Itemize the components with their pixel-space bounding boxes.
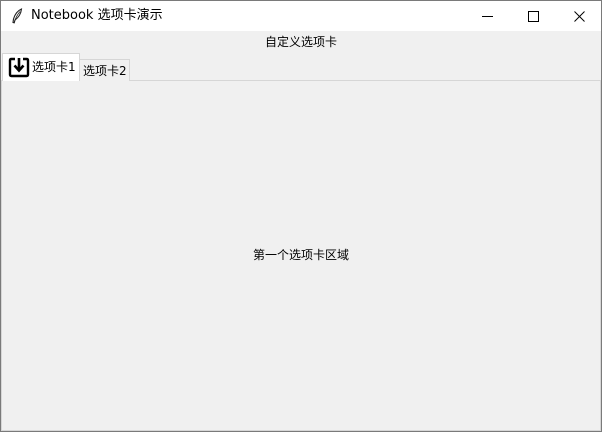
maximize-button[interactable] [510,1,556,31]
close-button[interactable] [556,1,601,31]
tab-label: 选项卡2 [83,64,127,78]
maximize-icon [527,10,539,22]
tab-label: 选项卡1 [32,60,76,74]
app-window: Notebook 选项卡演示 自定义选项卡 选项卡1 选项卡2 第一个选项卡区域 [0,0,602,432]
tab-1[interactable]: 选项卡1 [2,53,80,81]
tab-2[interactable]: 选项卡2 [79,59,130,81]
title-bar[interactable]: Notebook 选项卡演示 [1,1,601,31]
download-icon [8,57,30,78]
feather-icon [12,8,23,24]
close-icon [573,10,585,22]
panel-text: 第一个选项卡区域 [252,248,349,262]
header-label: 自定义选项卡 [264,35,337,49]
tab-panel: 第一个选项卡区域 [1,80,601,431]
window-title: Notebook 选项卡演示 [31,8,163,23]
minimize-button[interactable] [464,1,510,31]
minimize-icon [481,15,493,17]
